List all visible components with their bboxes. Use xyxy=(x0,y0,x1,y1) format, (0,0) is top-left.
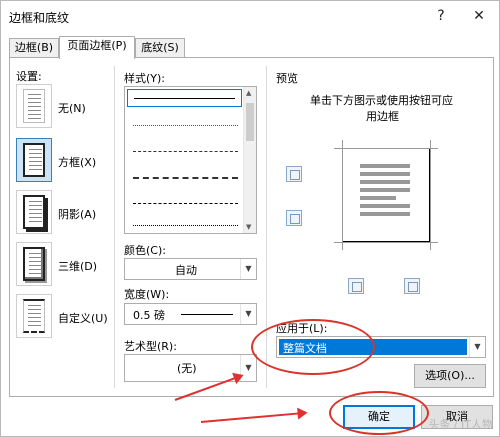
style-option-dashed[interactable] xyxy=(133,151,238,152)
title-bar: 边框和底纹 ? ✕ xyxy=(1,1,499,31)
style-option-long-dash[interactable] xyxy=(133,177,238,179)
style-option-dotted[interactable] xyxy=(133,125,238,126)
3d-page-icon xyxy=(23,247,45,281)
setting-none-label[interactable]: 无(N) xyxy=(58,100,86,116)
style-heading: 样式(Y): xyxy=(124,72,166,85)
scroll-down-icon[interactable]: ▼ xyxy=(246,223,251,231)
tab-shading[interactable]: 底纹(S) xyxy=(135,38,185,58)
top-border-toggle-icon[interactable] xyxy=(286,166,302,182)
custom-page-icon xyxy=(23,299,45,333)
setting-box-label[interactable]: 方框(X) xyxy=(58,154,96,170)
setting-custom-label[interactable]: 自定义(U) xyxy=(58,310,108,326)
width-label: 宽度(W): xyxy=(124,288,170,301)
preview-instruction-line1: 单击下方图示或使用按钮可应 xyxy=(310,94,453,107)
chevron-down-icon[interactable]: ▼ xyxy=(240,304,256,324)
page-thumbnail-icon xyxy=(23,89,45,123)
tab-page-border[interactable]: 页面边框(P) xyxy=(59,36,135,59)
annotation-circle-apply-to xyxy=(251,319,375,375)
setting-custom-option[interactable] xyxy=(16,294,52,338)
preview-text-lines xyxy=(360,164,410,224)
chevron-down-icon[interactable]: ▼ xyxy=(240,259,256,279)
right-border-toggle-icon[interactable] xyxy=(404,278,420,294)
style-listbox[interactable]: ▲ ▼ xyxy=(124,86,257,234)
preview-instruction-line2: 用边框 xyxy=(366,110,399,123)
bottom-border-toggle-icon[interactable] xyxy=(286,210,302,226)
color-combobox[interactable]: 自动 ▼ xyxy=(124,258,257,280)
art-label: 艺术型(R): xyxy=(124,340,177,353)
setting-box-option[interactable] xyxy=(16,138,52,182)
width-combobox[interactable]: 0.5 磅 ▼ xyxy=(124,303,257,325)
setting-shadow-label[interactable]: 阴影(A) xyxy=(58,206,96,222)
scroll-up-icon[interactable]: ▲ xyxy=(246,89,251,97)
setting-shadow-option[interactable] xyxy=(16,190,52,234)
left-border-toggle-icon[interactable] xyxy=(348,278,364,294)
style-option-dash-dot-dot[interactable] xyxy=(133,225,238,226)
shadow-page-icon xyxy=(23,195,45,229)
setting-3d-label[interactable]: 三维(D) xyxy=(58,258,97,274)
preview-area[interactable] xyxy=(334,140,438,250)
color-value: 自动 xyxy=(175,264,197,277)
settings-divider xyxy=(114,66,115,388)
dialog-title: 边框和底纹 xyxy=(9,11,70,25)
chevron-down-icon[interactable]: ▼ xyxy=(469,337,485,357)
annotation-circle-ok xyxy=(329,391,429,435)
settings-heading: 设置: xyxy=(16,70,42,83)
help-button[interactable]: ? xyxy=(429,5,453,27)
annotation-arrow-ok xyxy=(200,411,305,423)
tab-borders[interactable]: 边框(B) xyxy=(9,38,59,58)
width-line-sample xyxy=(181,314,233,315)
style-option-solid-selected[interactable] xyxy=(127,89,242,107)
boxed-page-icon xyxy=(23,143,45,177)
setting-none-option[interactable] xyxy=(16,84,52,128)
color-label: 颜色(C): xyxy=(124,244,166,257)
preview-heading: 预览 xyxy=(276,72,298,85)
borders-and-shading-dialog: 边框和底纹 ? ✕ 边框(B) 页面边框(P) 底纹(S) 设置: 无(N) 方… xyxy=(0,0,500,437)
watermark: 头条 / IT人物 xyxy=(428,418,493,431)
style-option-dash-dot[interactable] xyxy=(133,203,238,204)
art-value: (无) xyxy=(177,362,197,375)
width-value: 0.5 磅 xyxy=(133,309,165,322)
setting-3d-option[interactable] xyxy=(16,242,52,286)
options-button[interactable]: 选项(O)... xyxy=(414,364,486,388)
style-scrollbar[interactable]: ▲ ▼ xyxy=(243,87,256,233)
close-button[interactable]: ✕ xyxy=(467,5,491,27)
scroll-thumb[interactable] xyxy=(246,103,254,141)
